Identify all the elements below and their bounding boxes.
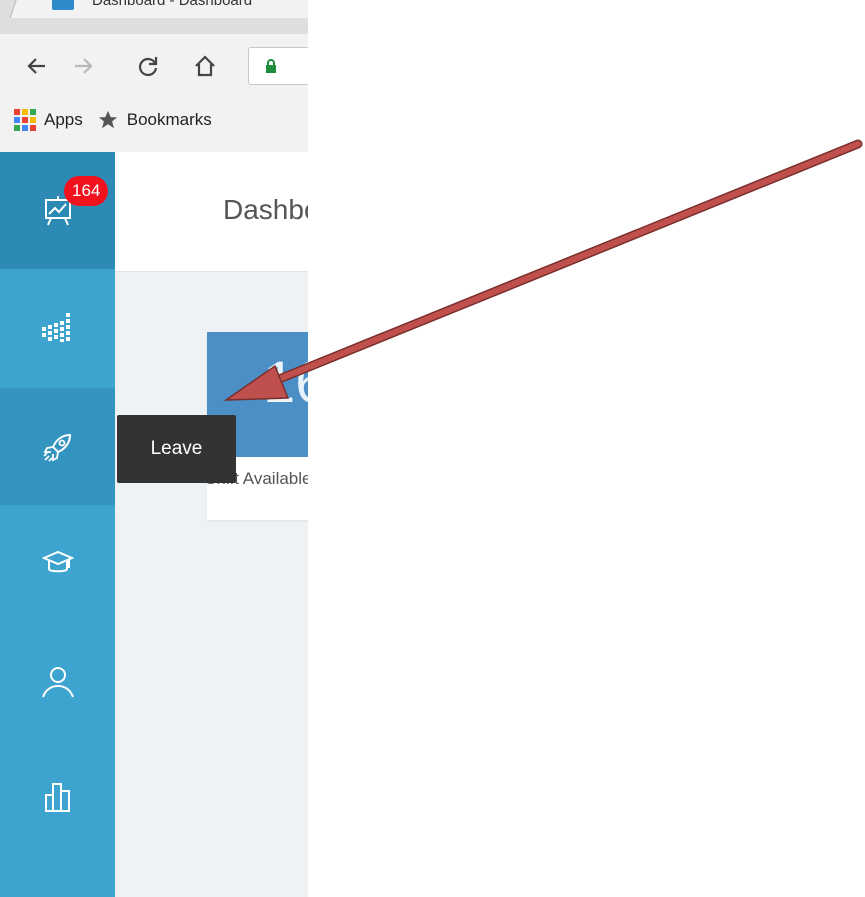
- arrow-left-icon: [27, 58, 45, 74]
- forward-button[interactable]: [66, 44, 102, 88]
- star-icon: [98, 110, 117, 129]
- sidebar-item-reports[interactable]: [0, 738, 115, 855]
- bookmark-apps-label: Apps: [44, 110, 83, 129]
- rocket-icon: [42, 433, 71, 462]
- browser-toolbar: [0, 44, 308, 88]
- top-header: Dashboard: [115, 152, 308, 272]
- sidebar-item-training[interactable]: [0, 504, 115, 621]
- reload-icon: [138, 57, 158, 77]
- bookmark-bookmarks-label: Bookmarks: [126, 110, 212, 129]
- home-icon: [195, 55, 215, 77]
- bar-chart-icon: [44, 782, 70, 812]
- back-button[interactable]: [18, 44, 54, 88]
- user-icon: [41, 666, 74, 697]
- notification-badge: 164: [64, 176, 109, 206]
- leave-tooltip: Leave: [117, 415, 236, 483]
- browser-chrome: Dashboard - Dashboard Apps Bookmarks: [0, 0, 308, 152]
- address-bar[interactable]: [248, 47, 308, 85]
- page-title: Dashboard: [223, 194, 308, 225]
- app-window: 164 Dashb 1 Shift Available: [0, 152, 308, 897]
- sidebar-item-schedule[interactable]: [0, 269, 115, 386]
- sidebar-item-dashboard[interactable]: 164: [0, 152, 115, 269]
- bookmarks-bar: Apps Bookmarks: [0, 100, 308, 140]
- calendar-grid-icon: [41, 312, 70, 342]
- reload-button[interactable]: [130, 44, 166, 88]
- stat-card-value: 164: [263, 350, 308, 415]
- tab-strip: Dashboard - Dashboard: [0, 0, 308, 34]
- sidebar-item-leave[interactable]: [0, 388, 115, 505]
- lock-icon: [266, 59, 276, 73]
- graduation-cap-icon: [41, 550, 74, 572]
- apps-grid-icon: [14, 109, 36, 131]
- bookmark-apps[interactable]: Apps: [14, 109, 83, 131]
- arrow-right-icon: [75, 58, 93, 74]
- sidebar-item-profile[interactable]: [0, 622, 115, 739]
- home-button[interactable]: [187, 44, 223, 88]
- tab-favicon-icon: [52, 0, 74, 10]
- sidebar: 164: [0, 152, 115, 897]
- tab-title[interactable]: Dashboard - Dashboard: [92, 0, 252, 9]
- bookmark-bookmarks[interactable]: Bookmarks: [97, 109, 212, 131]
